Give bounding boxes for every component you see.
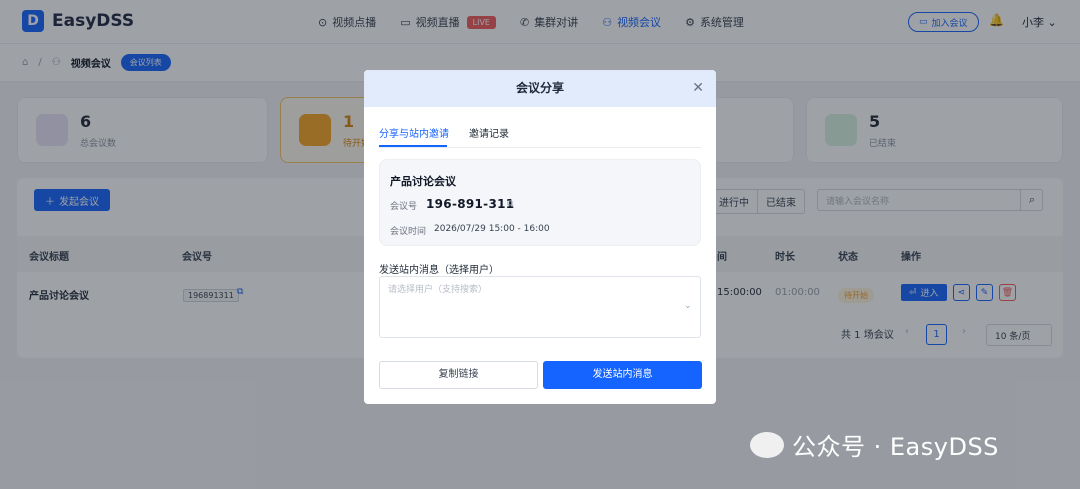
meeting-title: 产品讨论会议 (390, 175, 456, 188)
meeting-id-value: 196-891-311 (426, 197, 515, 211)
meeting-id-label: 会议号 (390, 202, 418, 212)
close-icon[interactable]: ✕ (692, 80, 704, 96)
tab-divider (379, 147, 701, 148)
copy-link-button[interactable]: 复制链接 (379, 361, 538, 389)
dialog-title: 会议分享 (364, 70, 716, 107)
share-meeting-dialog: 会议分享 ✕ 分享与站内邀请 邀请记录 产品讨论会议 会议号 196-891-3… (364, 70, 716, 404)
active-tab-indicator (379, 145, 447, 147)
wechat-icon (750, 431, 784, 458)
tab-share-invite[interactable]: 分享与站内邀请 (379, 125, 449, 140)
tab-invite-records[interactable]: 邀请记录 (469, 125, 509, 140)
wechat-watermark: 公众号 · EasyDSS (750, 427, 999, 462)
send-message-label: 发送站内消息（选择用户） (379, 265, 499, 276)
watermark-text: 公众号 · EasyDSS (792, 433, 999, 461)
chevron-down-icon[interactable]: ⌄ (684, 301, 692, 311)
send-message-button[interactable]: 发送站内消息 (543, 361, 702, 389)
meeting-time-value: 2026/07/29 15:00 - 16:00 (434, 224, 550, 234)
meeting-time-label: 会议时间 (390, 227, 427, 237)
copy-icon[interactable]: ⧉ (507, 199, 513, 209)
user-select-placeholder: 请选择用户（支持搜索） (388, 285, 488, 295)
